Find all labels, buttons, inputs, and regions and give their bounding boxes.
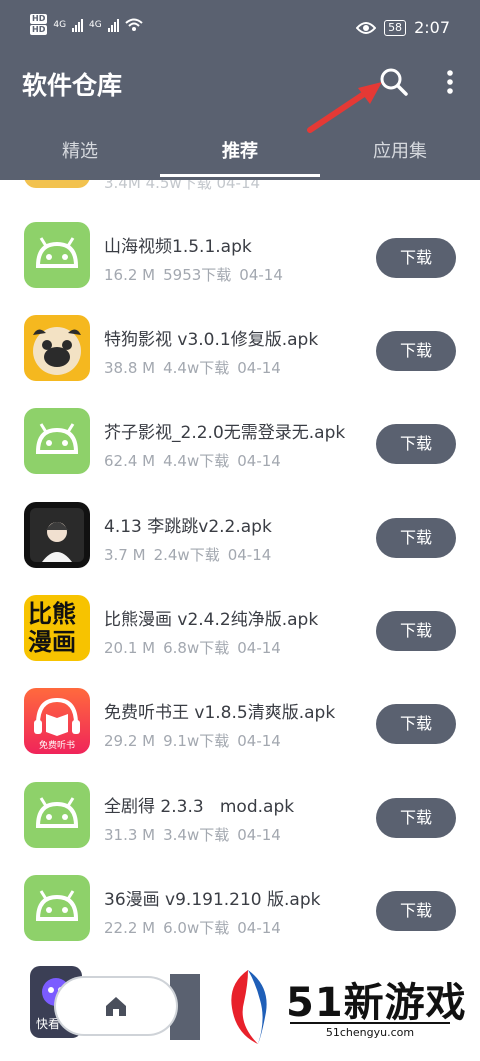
app-list[interactable]: 3.4M 4.5w下载 04-14 山海视频1.5.1.apk 16.2 M 59… — [0, 180, 480, 960]
app-size: 31.3 M — [104, 826, 156, 844]
download-button[interactable]: 下载 — [376, 704, 456, 744]
peek-row-meta: 3.4M 4.5w下载 04-14 — [104, 180, 261, 192]
app-downloads: 9.1w下载 — [163, 732, 230, 750]
app-date: 04-14 — [237, 452, 281, 470]
battery-indicator: 58 — [384, 19, 407, 36]
app-date: 04-14 — [237, 359, 281, 377]
bixiong-comic-icon: 比熊 漫画 — [24, 595, 90, 661]
wifi-icon — [125, 18, 143, 31]
app-bar: 软件仓库 精选 推荐 应用集 — [0, 56, 480, 180]
app-meta: 38.8 M 4.4w下载 04-14 — [104, 357, 289, 378]
app-downloads: 6.8w下载 — [163, 639, 230, 657]
app-downloads: 6.0w下载 — [163, 919, 230, 937]
watermark-url: 51chengyu.com — [290, 1022, 450, 1039]
app-size: 29.2 M — [104, 732, 156, 750]
app-meta: 29.2 M 9.1w下载 04-14 — [104, 730, 289, 751]
app-name: 比熊漫画 v2.4.2纯净版.apk — [104, 610, 319, 630]
app-meta: 22.2 M 6.0w下载 04-14 — [104, 917, 289, 938]
app-meta: 62.4 M 4.4w下载 04-14 — [104, 450, 289, 471]
more-vert-icon — [447, 70, 453, 94]
eye-icon — [356, 21, 377, 34]
more-options-button[interactable] — [440, 66, 460, 98]
android-icon — [24, 408, 90, 474]
app-name: 免费听书王 v1.8.5清爽版.apk — [104, 703, 336, 723]
download-button[interactable]: 下载 — [376, 331, 456, 371]
download-button[interactable]: 下载 — [376, 518, 456, 558]
clock: 2:07 — [414, 18, 450, 37]
signal-icon — [72, 18, 84, 32]
app-date: 04-14 — [237, 732, 281, 750]
net1-label: 4G — [53, 19, 67, 30]
tab-recommended[interactable]: 推荐 — [160, 130, 320, 180]
app-date: 04-14 — [237, 919, 281, 937]
icon-text-1: 比熊 — [28, 600, 76, 628]
bottom-area: 快看 51新游戏 51chengyu.com — [0, 960, 480, 1061]
page-title: 软件仓库 — [22, 71, 123, 100]
app-meta: 16.2 M 5953下载 04-14 — [104, 264, 291, 285]
list-item[interactable]: 免费听书 免费听书王 v1.8.5清爽版.apk 29.2 M 9.1w下载 04-… — [0, 668, 480, 761]
app-date: 04-14 — [239, 266, 283, 284]
android-icon — [24, 222, 90, 288]
app-name: 全剧得 2.3.3 mod.apk — [104, 797, 295, 817]
pug-icon — [24, 315, 90, 381]
download-button[interactable]: 下载 — [376, 891, 456, 931]
net2-label: 4G — [89, 19, 102, 30]
app-size: 62.4 M — [104, 452, 156, 470]
app-meta: 31.3 M 3.4w下载 04-14 — [104, 824, 289, 845]
android-icon — [24, 875, 90, 941]
list-item[interactable]: 特狗影视 v3.0.1修复版.apk 38.8 M 4.4w下载 04-14 下载 — [0, 295, 480, 388]
hd1-label: HD — [30, 14, 48, 24]
app-downloads: 2.4w下载 — [153, 546, 220, 564]
watermark-title: 51新游戏 — [286, 980, 467, 1026]
app-date: 04-14 — [237, 826, 281, 844]
app-name: 芥子影视_2.2.0无需登录无.apk — [104, 423, 346, 443]
app-downloads: 4.4w下载 — [163, 452, 230, 470]
list-item[interactable]: 比熊 漫画 比熊漫画 v2.4.2纯净版.apk 20.1 M 6.8w下载 04-… — [0, 575, 480, 668]
app-downloads: 3.4w下载 — [163, 826, 230, 844]
home-icon — [106, 997, 126, 1016]
tab-featured[interactable]: 精选 — [0, 130, 160, 180]
signal-icon-2 — [107, 18, 119, 32]
tab-bar: 精选 推荐 应用集 — [0, 130, 480, 180]
watermark-logo — [231, 970, 267, 1044]
app-meta: 3.7 M 2.4w下载 04-14 — [104, 544, 279, 565]
app-date: 04-14 — [227, 546, 272, 564]
app-size: 20.1 M — [104, 639, 156, 657]
app-name: 4.13 李跳跳v2.2.apk — [104, 517, 272, 537]
hd-indicator: HD HD — [30, 14, 48, 35]
list-item[interactable]: 全剧得 2.3.3 mod.apk 31.3 M 3.4w下载 04-14 下载 — [0, 762, 480, 855]
status-bar: HD HD 4G 4G 58 2:07 — [0, 0, 480, 56]
app-downloads: 4.4w下载 — [163, 359, 230, 377]
list-item[interactable]: 36漫画 v9.191.210 版.apk 22.2 M 6.0w下载 04-14 … — [0, 855, 480, 948]
search-icon — [380, 68, 408, 96]
hd2-label: HD — [30, 25, 48, 35]
search-button[interactable] — [378, 66, 410, 98]
icon-text-2: 漫画 — [28, 628, 76, 656]
list-item[interactable]: 山海视频1.5.1.apk 16.2 M 5953下载 04-14 下载 — [0, 202, 480, 295]
app-name: 特狗影视 v3.0.1修复版.apk — [104, 330, 319, 350]
app-downloads: 5953下载 — [163, 266, 232, 284]
app-size: 16.2 M — [104, 266, 156, 284]
portrait-icon — [24, 502, 90, 568]
download-button[interactable]: 下载 — [376, 238, 456, 278]
app-name: 山海视频1.5.1.apk — [104, 237, 252, 257]
app-meta: 20.1 M 6.8w下载 04-14 — [104, 637, 289, 658]
list-item[interactable]: 4.13 李跳跳v2.2.apk 3.7 M 2.4w下载 04-14 下载 — [0, 482, 480, 575]
download-button[interactable]: 下载 — [376, 424, 456, 464]
android-icon — [24, 782, 90, 848]
app-size: 3.7 M — [104, 546, 146, 564]
tab-collections[interactable]: 应用集 — [320, 130, 480, 180]
audiobook-icon: 免费听书 — [24, 688, 90, 754]
home-button[interactable] — [56, 978, 176, 1034]
app-date: 04-14 — [237, 639, 281, 657]
app-size: 38.8 M — [104, 359, 156, 377]
download-button[interactable]: 下载 — [376, 798, 456, 838]
app-name: 36漫画 v9.191.210 版.apk — [104, 890, 321, 910]
download-button[interactable]: 下载 — [376, 611, 456, 651]
icon-text: 免费听书 — [38, 741, 75, 751]
cartoon-app-icon — [24, 180, 90, 188]
app-size: 22.2 M — [104, 919, 156, 937]
list-item[interactable]: 芥子影视_2.2.0无需登录无.apk 62.4 M 4.4w下载 04-14 下载 — [0, 388, 480, 481]
